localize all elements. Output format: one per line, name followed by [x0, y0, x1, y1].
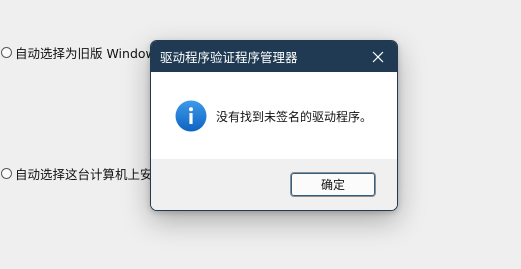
dialog-content: 没有找到未签名的驱动程序。: [151, 72, 397, 159]
info-icon: [175, 100, 207, 132]
dialog-title: 驱动程序验证程序管理器: [160, 50, 298, 65]
close-icon: [372, 51, 384, 62]
dialog-message: 没有找到未签名的驱动程序。: [216, 110, 373, 124]
radio-button[interactable]: [1, 46, 12, 58]
dialog-footer: 确定: [151, 159, 397, 210]
dialog-titlebar[interactable]: 驱动程序验证程序管理器: [151, 41, 397, 72]
radio-label: 自动选择为旧版 Windows: [15, 45, 163, 61]
radio-label: 自动选择这台计算机上安: [15, 166, 153, 182]
radio-option-legacy-windows[interactable]: 自动选择为旧版 Windows: [1, 44, 163, 61]
radio-option-this-computer[interactable]: 自动选择这台计算机上安: [1, 165, 153, 182]
radio-button[interactable]: [1, 167, 12, 179]
close-button[interactable]: [365, 44, 391, 69]
message-dialog: 驱动程序验证程序管理器 没有找到未签名的驱动程序。 确定: [150, 40, 398, 211]
ok-button[interactable]: 确定: [290, 172, 376, 197]
